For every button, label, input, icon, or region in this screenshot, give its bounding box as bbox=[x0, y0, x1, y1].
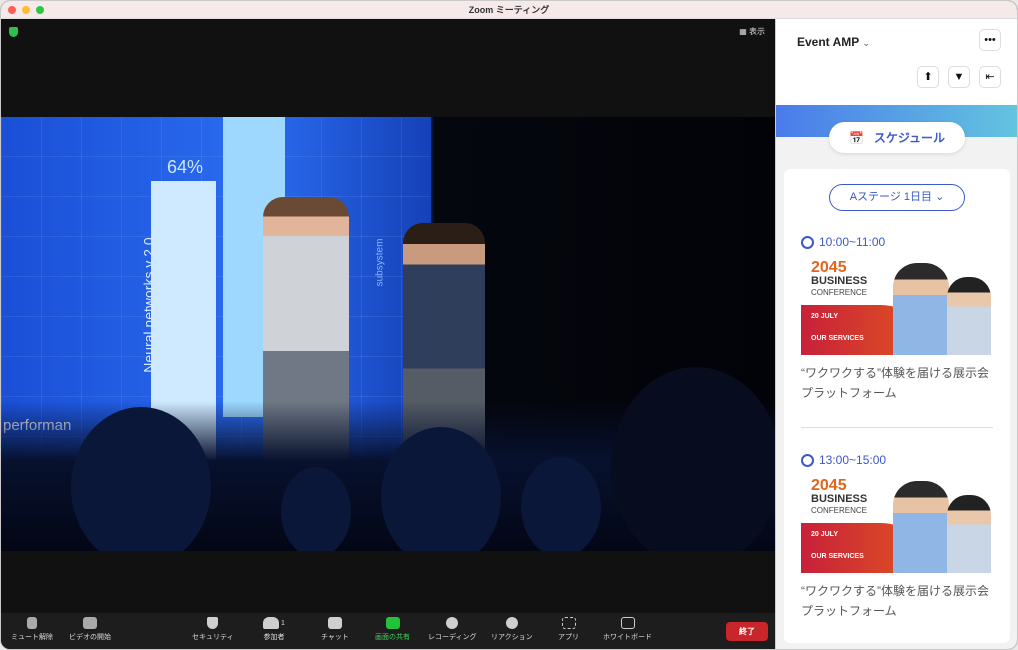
whiteboard-icon bbox=[620, 617, 635, 629]
chevron-down-icon: ⌄ bbox=[935, 191, 945, 203]
banner-subtitle: CONFERENCE bbox=[811, 506, 868, 515]
video-area: ▦ 表示 64% Neural networks v 2.0 performan… bbox=[1, 19, 775, 613]
shared-video-image: 64% Neural networks v 2.0 performan subs… bbox=[1, 117, 775, 551]
banner-date: 20 JULY bbox=[811, 531, 838, 538]
banner-services: OUR SERVICES bbox=[811, 335, 864, 342]
event-amp-panel: Event AMP ⌄ ••• ⬆ ▼ ⇤ 📅 スケジュール Aステージ 1日目 … bbox=[775, 19, 1017, 649]
event-time: 13:00~15:00 bbox=[819, 453, 887, 467]
reaction-icon bbox=[505, 617, 518, 629]
video-off-icon bbox=[83, 617, 97, 629]
view-label: 表示 bbox=[749, 27, 765, 36]
event-banner: 2045 BUSINESS CONFERENCE 20 JULY OUR SERV… bbox=[801, 257, 993, 355]
banner-subtitle: CONFERENCE bbox=[811, 288, 868, 297]
start-video-button[interactable]: ビデオの開始 bbox=[69, 617, 111, 642]
apps-button[interactable]: アプリ bbox=[558, 617, 579, 642]
whiteboard-button[interactable]: ホワイトボード bbox=[603, 617, 652, 642]
app-title-dropdown[interactable]: Event AMP ⌄ bbox=[797, 35, 870, 49]
reactions-label: リアクション bbox=[491, 634, 533, 641]
chat-icon bbox=[327, 617, 342, 629]
minimize-window-button[interactable] bbox=[22, 6, 30, 14]
screen-text-neural: Neural networks v 2.0 bbox=[140, 237, 157, 373]
chat-label: チャット bbox=[321, 634, 349, 641]
schedule-label: スケジュール bbox=[873, 131, 946, 145]
stage-day-select[interactable]: Aステージ 1日目 ⌄ bbox=[829, 184, 965, 211]
more-options-button[interactable]: ••• bbox=[979, 29, 1001, 51]
reactions-button[interactable]: リアクション bbox=[491, 617, 533, 642]
zoom-window: Zoom ミーティング ▦ 表示 64% Neural networks v 2… bbox=[0, 0, 1018, 650]
schedule-tab[interactable]: 📅 スケジュール bbox=[829, 122, 965, 153]
share-screen-button[interactable]: 画面の共有 bbox=[375, 617, 410, 642]
participant-count: 1 bbox=[281, 619, 285, 627]
event-time: 10:00~11:00 bbox=[819, 235, 886, 249]
screen-percent: 64% bbox=[167, 157, 204, 177]
event-item[interactable]: 10:00~11:00 2045 BUSINESS CONFERENCE 20 … bbox=[801, 235, 993, 403]
collapse-panel-icon[interactable]: ⇤ bbox=[979, 66, 1001, 88]
title-bar: Zoom ミーティング bbox=[1, 1, 1017, 19]
maximize-window-button[interactable] bbox=[36, 6, 44, 14]
clock-icon bbox=[801, 235, 814, 249]
filter-icon[interactable]: ▼ bbox=[948, 66, 970, 88]
record-button[interactable]: レコーディング bbox=[428, 617, 477, 642]
event-description: “ワクワクする”体験を届ける展示会プラットフォーム bbox=[801, 584, 989, 618]
share-screen-label: 画面の共有 bbox=[375, 634, 410, 641]
security-label: セキュリティ bbox=[192, 634, 234, 641]
whiteboard-label: ホワイトボード bbox=[603, 634, 652, 641]
end-meeting-button[interactable]: 終了 bbox=[726, 622, 768, 641]
event-item[interactable]: 13:00~15:00 2045 BUSINESS CONFERENCE 20 … bbox=[801, 453, 993, 621]
window-title: Zoom ミーティング bbox=[468, 5, 550, 15]
stage-day-value: Aステージ 1日目 bbox=[849, 191, 932, 203]
schedule-card: Aステージ 1日目 ⌄ 10:00~11:00 2045 BUSINESS CO… bbox=[784, 169, 1010, 643]
participants-button[interactable]: 1 参加者 bbox=[263, 617, 285, 642]
encryption-shield-icon[interactable] bbox=[9, 27, 18, 37]
chevron-down-icon: ⌄ bbox=[862, 38, 870, 48]
start-video-label: ビデオの開始 bbox=[69, 634, 111, 641]
banner-services: OUR SERVICES bbox=[811, 553, 864, 560]
event-banner: 2045 BUSINESS CONFERENCE 20 JULY OUR SERV… bbox=[801, 475, 993, 573]
banner-title: BUSINESS bbox=[811, 275, 868, 287]
view-button[interactable]: ▦ 表示 bbox=[739, 26, 765, 37]
microphone-muted-icon bbox=[27, 617, 37, 629]
unmute-label: ミュート解除 bbox=[11, 634, 53, 641]
app-title: Event AMP bbox=[797, 35, 860, 49]
record-icon bbox=[446, 617, 459, 629]
divider bbox=[801, 427, 993, 428]
apps-icon bbox=[561, 617, 576, 629]
chat-button[interactable]: チャット bbox=[321, 617, 349, 642]
calendar-icon: 📅 bbox=[848, 130, 864, 145]
shield-icon bbox=[207, 617, 219, 629]
security-button[interactable]: セキュリティ bbox=[192, 617, 234, 642]
unmute-button[interactable]: ミュート解除 bbox=[11, 617, 53, 642]
banner-date: 20 JULY bbox=[811, 313, 838, 320]
banner-title: BUSINESS bbox=[811, 493, 868, 505]
close-window-button[interactable] bbox=[8, 6, 16, 14]
participants-icon bbox=[263, 617, 279, 629]
record-label: レコーディング bbox=[428, 634, 477, 641]
share-screen-icon bbox=[385, 617, 400, 629]
screen-text-subsystem: subsystem bbox=[374, 238, 386, 287]
clock-icon bbox=[801, 453, 814, 467]
event-description: “ワクワクする”体験を届ける展示会プラットフォーム bbox=[801, 366, 989, 400]
participants-label: 参加者 bbox=[263, 634, 285, 641]
apps-label: アプリ bbox=[558, 634, 579, 641]
upload-icon[interactable]: ⬆ bbox=[917, 66, 939, 88]
meeting-toolbar: ミュート解除 ビデオの開始 セキュリティ 1 参加者 チャット 画面の共有 レコー… bbox=[1, 613, 775, 649]
